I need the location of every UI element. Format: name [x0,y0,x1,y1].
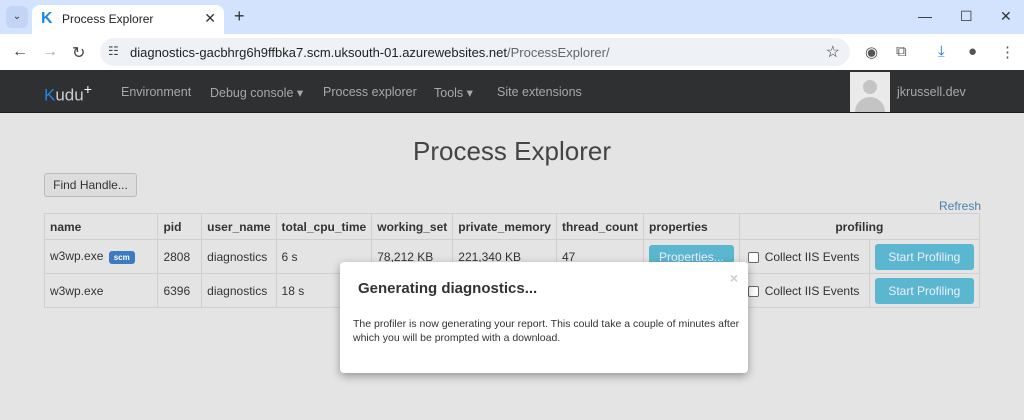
generating-diagnostics-modal: × Generating diagnostics... The profiler… [340,262,748,373]
minimize-icon[interactable]: — [918,8,932,24]
reload-icon[interactable]: ↻ [72,43,85,63]
url-path: /ProcessExplorer/ [506,45,610,60]
kudu-logo[interactable]: Kudu+ [44,82,92,106]
bookmark-star-icon[interactable]: ☆ [826,42,840,62]
download-icon[interactable]: ⤓ [938,43,945,60]
collect-iis-events-checkbox[interactable] [747,251,759,263]
site-info-icon[interactable]: ☷ [108,44,119,58]
new-tab-icon[interactable]: + [234,6,245,27]
profile-icon[interactable]: ● [968,43,977,60]
nav-debug-console[interactable]: Debug console ▾ [210,85,303,100]
col-properties: properties [643,213,740,240]
tab-title: Process Explorer [62,12,154,26]
tab-search-button[interactable]: ⌄ [6,6,28,28]
start-profiling-button[interactable]: Start Profiling [874,277,974,304]
col-pid: pid [157,213,203,240]
page-title: Process Explorer [413,136,611,166]
maximize-icon[interactable]: ☐ [960,8,973,25]
modal-body: The profiler is now generating your repo… [353,318,740,344]
cell-pid: 6396 [157,273,203,308]
nav-process-explorer[interactable]: Process explorer [323,85,417,99]
close-icon[interactable]: × [730,270,738,286]
col-thread-count: thread_count [555,213,645,240]
refresh-link[interactable]: Refresh [939,199,981,213]
browser-tab-bar: ⌄ K Process Explorer ✕ + — ☐ ✕ [0,0,1024,34]
collect-iis-events-checkbox[interactable] [747,285,759,297]
cell-name: w3wp.exe [43,273,159,308]
table-header: name pid user_name total_cpu_time workin… [43,213,981,240]
screenshot-icon[interactable]: ◉ [865,43,878,61]
nav-tools[interactable]: Tools ▾ [434,85,473,100]
address-bar-row: ← → ↻ ☷ diagnostics-gacbhrg6h9ffbka7.scm… [0,34,1024,70]
url-host: diagnostics-gacbhrg6h9ffbka7.scm.uksouth… [130,45,507,60]
nav-site-extensions[interactable]: Site extensions [497,85,582,99]
col-total-cpu-time: total_cpu_time [275,213,373,240]
cell-user-name: diagnostics [201,273,277,308]
col-private-memory: private_memory [452,213,557,240]
avatar[interactable] [850,72,890,112]
cell-name: w3wp.exe scm [43,239,159,274]
col-profiling: profiling [738,213,981,240]
find-handle-button[interactable]: Find Handle... [44,173,137,197]
close-tab-icon[interactable]: ✕ [204,10,216,27]
scm-badge: scm [108,250,135,264]
extensions-icon[interactable]: ⧉ [896,43,907,60]
username[interactable]: jkrussell.dev [897,85,966,99]
start-profiling-button[interactable]: Start Profiling [874,243,974,270]
col-user-name: user_name [201,213,277,240]
back-icon[interactable]: ← [12,43,28,61]
kudu-favicon-icon: K [41,10,53,27]
url-input[interactable]: ☷ diagnostics-gacbhrg6h9ffbka7.scm.uksou… [100,38,850,66]
browser-tab[interactable]: K Process Explorer ✕ [32,5,224,34]
col-name: name [43,213,159,240]
forward-icon[interactable]: → [42,43,58,61]
kudu-navbar: Kudu+ Environment Debug console ▾ Proces… [0,70,1024,113]
close-window-icon[interactable]: ✕ [1000,8,1012,25]
menu-icon[interactable]: ⋮ [1000,43,1015,61]
col-working-set: working_set [371,213,454,240]
cell-pid: 2808 [157,239,203,274]
nav-environment[interactable]: Environment [121,85,191,99]
collect-iis-events-label: Collect IIS Events [764,283,860,298]
collect-iis-events-label: Collect IIS Events [764,249,860,264]
modal-title: Generating diagnostics... [358,280,538,297]
cell-user-name: diagnostics [201,239,277,274]
